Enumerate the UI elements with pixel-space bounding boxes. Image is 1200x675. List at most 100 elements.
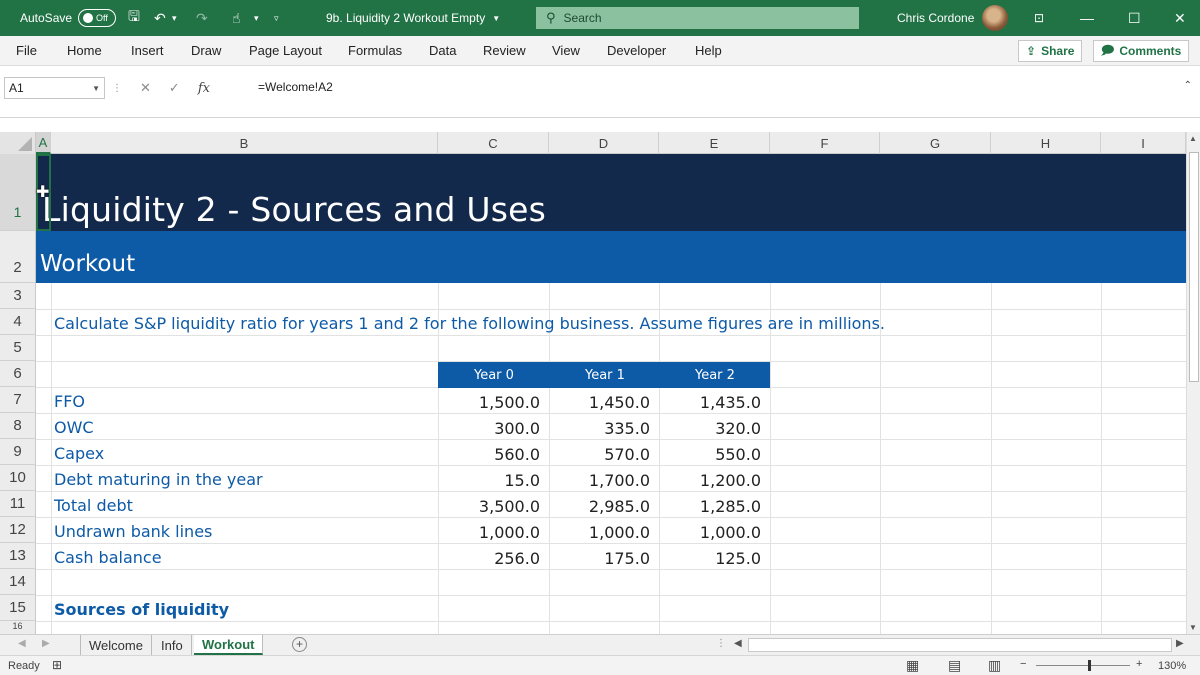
- row-header-12[interactable]: 12: [0, 517, 36, 543]
- undo-icon[interactable]: ↶: [154, 0, 166, 36]
- add-sheet-icon[interactable]: +: [292, 637, 307, 652]
- table-cell[interactable]: 1,000.0: [659, 523, 761, 542]
- sheet-tab-welcome[interactable]: Welcome: [80, 635, 152, 655]
- vertical-scrollbar[interactable]: ▲ ▼: [1186, 132, 1200, 634]
- row-header-2[interactable]: 2: [0, 231, 36, 283]
- tab-help[interactable]: Help: [695, 43, 722, 58]
- prev-sheet-icon[interactable]: ◀: [18, 638, 26, 649]
- tab-view[interactable]: View: [552, 43, 580, 58]
- table-cell[interactable]: 1,500.0: [438, 393, 540, 412]
- page-break-preview-icon[interactable]: ▥: [988, 657, 1001, 674]
- row-header-14[interactable]: 14: [0, 569, 36, 595]
- tab-formulas[interactable]: Formulas: [348, 43, 402, 58]
- column-header-d[interactable]: D: [549, 132, 659, 154]
- zoom-slider-thumb[interactable]: [1088, 660, 1091, 671]
- quick-access-more-icon[interactable]: ▿: [274, 0, 279, 36]
- scroll-right-icon[interactable]: ▶: [1176, 638, 1184, 649]
- document-title[interactable]: 9b. Liquidity 2 Workout Empty ▼: [326, 0, 500, 36]
- table-cell[interactable]: 300.0: [438, 419, 540, 438]
- column-header-c[interactable]: C: [438, 132, 549, 154]
- table-cell[interactable]: 335.0: [549, 419, 650, 438]
- row-header-13[interactable]: 13: [0, 543, 36, 569]
- close-icon[interactable]: ✕: [1174, 0, 1186, 36]
- column-header-f[interactable]: F: [770, 132, 880, 154]
- cancel-entry-icon[interactable]: ✕: [140, 80, 151, 96]
- next-sheet-icon[interactable]: ▶: [42, 638, 50, 649]
- row-header-6[interactable]: 6: [0, 361, 36, 387]
- save-icon[interactable]: 🖫: [128, 0, 140, 36]
- row-header-3[interactable]: 3: [0, 283, 36, 309]
- scroll-up-icon[interactable]: ▲: [1189, 134, 1197, 143]
- table-cell[interactable]: 2,985.0: [549, 497, 650, 516]
- tab-draw[interactable]: Draw: [191, 43, 221, 58]
- row-header-5[interactable]: 5: [0, 335, 36, 361]
- table-cell[interactable]: 1,285.0: [659, 497, 761, 516]
- table-cell[interactable]: 560.0: [438, 445, 540, 464]
- row-label-cash-balance[interactable]: Cash balance: [54, 548, 162, 567]
- user-avatar[interactable]: [982, 0, 1008, 36]
- row-label-capex[interactable]: Capex: [54, 444, 104, 463]
- year-header-1[interactable]: Year 1: [549, 362, 659, 388]
- touch-mode-icon[interactable]: ☝: [232, 0, 241, 36]
- sheet-tab-workout[interactable]: Workout: [194, 635, 264, 655]
- select-all-corner[interactable]: [0, 132, 36, 154]
- table-cell[interactable]: 256.0: [438, 549, 540, 568]
- row-header-8[interactable]: 8: [0, 413, 36, 439]
- row-header-1[interactable]: 1: [0, 154, 36, 231]
- insert-function-icon[interactable]: fx: [198, 81, 210, 96]
- share-button[interactable]: ⇪ Share: [1018, 40, 1082, 62]
- row-label-debt-maturing[interactable]: Debt maturing in the year: [54, 470, 263, 489]
- section-heading-sources[interactable]: Sources of liquidity: [54, 600, 229, 619]
- column-header-b[interactable]: B: [51, 132, 438, 154]
- page-layout-view-icon[interactable]: ▤: [948, 657, 961, 674]
- row-header-9[interactable]: 9: [0, 439, 36, 465]
- row-label-owc[interactable]: OWC: [54, 418, 94, 437]
- collapse-formula-bar-icon[interactable]: ⌃: [1184, 80, 1192, 91]
- tab-insert[interactable]: Insert: [131, 43, 164, 58]
- table-cell[interactable]: 1,435.0: [659, 393, 761, 412]
- sheet-tab-info[interactable]: Info: [153, 635, 192, 655]
- undo-dropdown-icon[interactable]: ▾: [172, 0, 177, 36]
- confirm-entry-icon[interactable]: ✓: [169, 80, 180, 96]
- zoom-in-icon[interactable]: +: [1136, 658, 1142, 670]
- table-cell[interactable]: 15.0: [438, 471, 540, 490]
- year-header-0[interactable]: Year 0: [438, 362, 549, 388]
- table-cell[interactable]: 1,700.0: [549, 471, 650, 490]
- sheet-title[interactable]: Liquidity 2 - Sources and Uses: [42, 190, 546, 229]
- table-cell[interactable]: 3,500.0: [438, 497, 540, 516]
- zoom-slider[interactable]: [1036, 665, 1130, 666]
- user-name[interactable]: Chris Cordone: [897, 0, 974, 36]
- table-cell[interactable]: 1,000.0: [549, 523, 650, 542]
- row-header-4[interactable]: 4: [0, 309, 36, 335]
- column-header-i[interactable]: I: [1101, 132, 1186, 154]
- row-label-undrawn-bank-lines[interactable]: Undrawn bank lines: [54, 522, 212, 541]
- column-header-h[interactable]: H: [991, 132, 1101, 154]
- tab-file[interactable]: File: [16, 43, 37, 58]
- tab-split-handle-icon[interactable]: ⋮: [716, 638, 726, 649]
- table-cell[interactable]: 175.0: [549, 549, 650, 568]
- table-cell[interactable]: 1,200.0: [659, 471, 761, 490]
- comments-button[interactable]: 🗩 Comments: [1093, 40, 1189, 62]
- row-label-ffo[interactable]: FFO: [54, 392, 85, 411]
- name-box[interactable]: A1 ▼: [4, 77, 105, 99]
- macro-recording-icon[interactable]: ⊞: [52, 658, 62, 672]
- tab-home[interactable]: Home: [67, 43, 102, 58]
- horizontal-scrollbar[interactable]: [748, 638, 1172, 652]
- zoom-level[interactable]: 130%: [1158, 660, 1186, 672]
- sheet-subtitle[interactable]: Workout: [40, 251, 135, 277]
- column-header-g[interactable]: G: [880, 132, 991, 154]
- scroll-down-icon[interactable]: ▼: [1189, 623, 1197, 632]
- tab-data[interactable]: Data: [429, 43, 456, 58]
- table-cell[interactable]: 1,450.0: [549, 393, 650, 412]
- tab-page-layout[interactable]: Page Layout: [249, 43, 322, 58]
- table-cell[interactable]: 550.0: [659, 445, 761, 464]
- tab-review[interactable]: Review: [483, 43, 526, 58]
- tab-developer[interactable]: Developer: [607, 43, 666, 58]
- formula-input[interactable]: =Welcome!A2: [258, 80, 333, 94]
- more-options-icon[interactable]: ⋮: [112, 83, 122, 94]
- column-header-e[interactable]: E: [659, 132, 770, 154]
- maximize-icon[interactable]: ☐: [1128, 0, 1141, 36]
- minimize-icon[interactable]: —: [1080, 0, 1094, 36]
- scroll-left-icon[interactable]: ◀: [734, 638, 742, 649]
- column-header-a[interactable]: A: [36, 132, 51, 154]
